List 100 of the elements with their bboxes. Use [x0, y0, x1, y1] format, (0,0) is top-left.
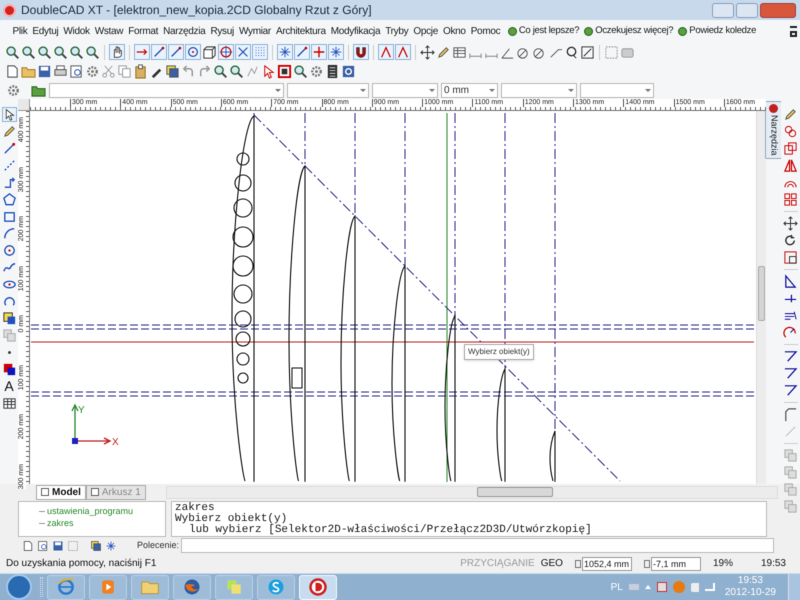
magnifier-icon[interactable]	[69, 44, 84, 60]
two-circles-icon[interactable]	[783, 124, 798, 139]
scale-square-icon[interactable]	[783, 250, 798, 265]
menu-item[interactable]: Edytuj	[30, 24, 61, 38]
document-icon[interactable]	[22, 540, 34, 552]
rectangle-icon[interactable]	[2, 209, 16, 224]
dropdown[interactable]: 0 mm	[441, 82, 498, 98]
rotate-icon[interactable]	[783, 233, 798, 248]
print-preview-icon[interactable]	[37, 540, 49, 552]
magnifier-icon[interactable]	[37, 44, 52, 60]
ring-icon[interactable]	[564, 44, 579, 60]
pencil-icon[interactable]	[436, 44, 451, 60]
plus-icon[interactable]	[311, 44, 327, 60]
angle-icon[interactable]	[395, 44, 411, 60]
arc-icon[interactable]	[2, 226, 16, 241]
box-icon[interactable]	[580, 44, 595, 60]
menu-item[interactable]: Plik	[10, 24, 30, 38]
dot-grid-icon[interactable]	[252, 44, 268, 60]
magnifier-icon[interactable]	[213, 64, 228, 79]
gear-icon[interactable]	[6, 82, 21, 98]
taskbar-button[interactable]	[257, 574, 295, 600]
menu-item[interactable]: Wstaw	[92, 24, 126, 38]
magnifier-icon[interactable]	[229, 64, 244, 79]
fillet-arc-icon[interactable]	[783, 325, 798, 340]
chamfer-icon[interactable]	[783, 349, 798, 364]
text-tool[interactable]: A	[4, 379, 14, 394]
start-button[interactable]	[6, 574, 32, 600]
frame-icon[interactable]	[604, 44, 619, 60]
menu-link[interactable]: Powiedz koledze	[689, 24, 756, 38]
layers-icon[interactable]	[90, 540, 102, 552]
document-icon[interactable]	[5, 64, 20, 79]
scissors-icon[interactable]	[101, 64, 116, 79]
clipboard-icon[interactable]	[133, 64, 148, 79]
magnifier-icon[interactable]	[293, 64, 308, 79]
pencil-icon[interactable]	[783, 107, 798, 122]
dashed-line-icon[interactable]	[2, 158, 16, 173]
magnifier-icon[interactable]	[53, 44, 68, 60]
menu-item[interactable]: Widok	[60, 24, 92, 38]
node-lines-icon[interactable]	[245, 64, 260, 79]
menu-item[interactable]: Pomoc	[468, 24, 503, 38]
menu-link[interactable]: Co jest lepsze?	[518, 24, 580, 38]
move-arrows-icon[interactable]	[783, 216, 798, 231]
fill-square-icon[interactable]	[2, 362, 16, 377]
line-icon[interactable]	[2, 141, 16, 156]
copy-frame-icon[interactable]	[783, 141, 798, 156]
angle-icon[interactable]	[378, 44, 394, 60]
chamfer-icon[interactable]	[783, 366, 798, 381]
table-icon[interactable]	[452, 44, 467, 60]
menu-item[interactable]: Okno	[440, 24, 468, 38]
command-input[interactable]	[181, 538, 774, 553]
tree-item[interactable]: ustawienia_programu	[47, 505, 134, 517]
hatch-fill-icon[interactable]	[2, 311, 16, 326]
taskbar-button[interactable]	[47, 574, 85, 600]
table-icon[interactable]	[2, 396, 16, 411]
sheet-tab[interactable]: Model	[36, 484, 86, 500]
line-icon[interactable]	[168, 44, 184, 60]
pentagon-icon[interactable]	[2, 192, 16, 207]
close-button[interactable]	[760, 2, 796, 18]
floppy-icon[interactable]	[52, 540, 64, 552]
line-icon[interactable]	[294, 44, 310, 60]
crosshair-circle-icon[interactable]	[218, 44, 234, 60]
magnifier-icon[interactable]	[85, 44, 100, 60]
menu-item[interactable]: Tryby	[382, 24, 411, 38]
menu-item[interactable]: Format	[126, 24, 161, 38]
gear-icon[interactable]	[85, 64, 100, 79]
calculator-icon[interactable]	[325, 64, 340, 79]
circle-icon[interactable]	[2, 243, 16, 258]
hand-icon[interactable]	[109, 44, 125, 60]
corner-icon[interactable]	[783, 407, 798, 422]
geo-toggle[interactable]: GEO	[540, 556, 563, 571]
menu-link[interactable]: Oczekujesz więcej?	[595, 24, 674, 38]
taskbar-button[interactable]	[173, 574, 211, 600]
print-preview-icon[interactable]	[69, 64, 84, 79]
help-book-icon[interactable]	[341, 64, 356, 79]
gear-icon[interactable]	[309, 64, 324, 79]
close-document-icon[interactable]	[790, 31, 797, 37]
cross-icon[interactable]	[235, 44, 251, 60]
vertical-scrollbar[interactable]	[756, 111, 766, 484]
horizontal-scrollbar[interactable]	[166, 486, 778, 498]
menu-item[interactable]: Opcje	[410, 24, 440, 38]
circle-icon[interactable]	[185, 44, 201, 60]
menu-item[interactable]: Rysuj	[208, 24, 236, 38]
menu-item[interactable]: Architektura	[273, 24, 328, 38]
framed-square-icon[interactable]	[277, 64, 292, 79]
array-grid-icon[interactable]	[783, 192, 798, 207]
pencil-icon[interactable]	[2, 124, 16, 139]
menu-item[interactable]: Wymiar	[236, 24, 274, 38]
magnifier-icon[interactable]	[5, 44, 20, 60]
asterisk-icon[interactable]	[328, 44, 344, 60]
scrollbar-thumb[interactable]	[476, 487, 553, 497]
magnet-icon[interactable]	[353, 44, 369, 60]
asterisk-icon[interactable]	[105, 540, 117, 552]
magnifier-icon[interactable]	[21, 44, 36, 60]
menu-item[interactable]: Modyfikacja	[328, 24, 383, 38]
line-icon[interactable]	[151, 44, 167, 60]
asterisk-icon[interactable]	[277, 44, 293, 60]
menu-item[interactable]: Narzędzia	[160, 24, 208, 38]
move-arrows-icon[interactable]	[420, 44, 435, 60]
scrollbar-thumb[interactable]	[758, 266, 765, 321]
cube-icon[interactable]	[202, 44, 217, 60]
